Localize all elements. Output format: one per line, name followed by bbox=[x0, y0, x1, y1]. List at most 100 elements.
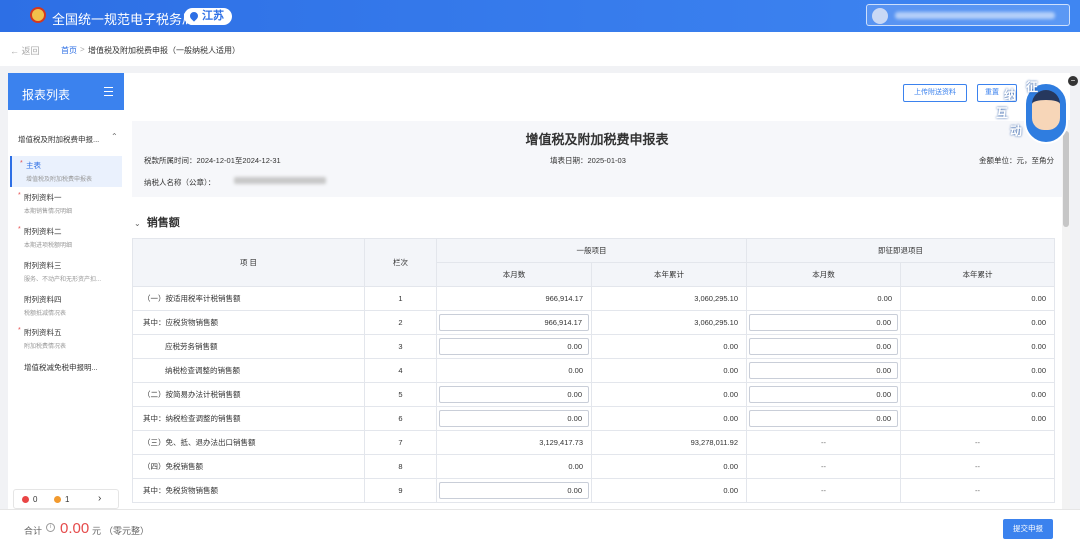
sidebar-group-vat[interactable]: 增值税及附加税费申报... bbox=[18, 134, 99, 145]
row-line-number: 3 bbox=[364, 334, 437, 359]
general-year: 93,278,011.92 bbox=[591, 430, 747, 455]
general-month-input[interactable]: 0.00 bbox=[439, 482, 589, 499]
menu-icon[interactable] bbox=[104, 87, 113, 99]
row-item-name: 应税劳务销售额 bbox=[132, 334, 365, 359]
sidebar-item-main-form[interactable]: * 主表 增值税及附加税费申报表 bbox=[10, 156, 122, 187]
header-refund-year: 本年累计 bbox=[900, 262, 1055, 287]
row-item-name: （一）按适用税率计税销售额 bbox=[132, 286, 365, 311]
sidebar-item-tax-relief[interactable]: 增值税减免税申报明... bbox=[10, 362, 122, 373]
sidebar-title: 报表列表 bbox=[22, 88, 71, 102]
footer-bar: 合计 i 0.00 元 （零元整） 提交申报 bbox=[0, 509, 1080, 546]
assistant-char: 征 bbox=[1026, 80, 1039, 94]
refund-month: -- bbox=[746, 454, 901, 479]
assistant-char: 纳 bbox=[1004, 88, 1017, 102]
sales-table: 项 目 栏次 一般项目 即征即退项目 本月数 本年累计 本月数 本年累计 （一）… bbox=[132, 238, 1055, 503]
breadcrumb-current: 增值税及附加税费申报（一般纳税人适用） bbox=[88, 46, 240, 55]
upload-attachments-button[interactable]: 上传附送资料 bbox=[903, 84, 967, 102]
table-row: 纳税检查调整的销售额 4 0.00 0.00 0.00 0.00 bbox=[132, 358, 1055, 383]
refund-month-cell: 0.00 bbox=[746, 382, 901, 407]
general-month-cell: 966,914.17 bbox=[436, 310, 592, 335]
assistant-avatar-icon bbox=[1032, 90, 1060, 130]
submit-declaration-button[interactable]: 提交申报 bbox=[1003, 519, 1053, 539]
refund-month-input[interactable]: 0.00 bbox=[749, 362, 898, 379]
tax-emblem-icon bbox=[30, 7, 46, 23]
user-account-menu[interactable] bbox=[866, 4, 1070, 26]
refund-month-input[interactable]: 0.00 bbox=[749, 338, 898, 355]
error-icon bbox=[22, 496, 29, 503]
chevron-down-icon[interactable]: ⌄ bbox=[134, 219, 141, 228]
general-month-cell: 0.00 bbox=[436, 406, 592, 431]
general-month-input[interactable]: 966,914.17 bbox=[439, 314, 589, 331]
refund-month-input[interactable]: 0.00 bbox=[749, 386, 898, 403]
general-year: 0.00 bbox=[591, 382, 747, 407]
refund-year: 0.00 bbox=[900, 406, 1055, 431]
general-month: 966,914.17 bbox=[436, 286, 592, 311]
warning-icon bbox=[54, 496, 61, 503]
table-row: 其中：纳税检查调整的销售额 6 0.00 0.00 0.00 0.00 bbox=[132, 406, 1055, 431]
general-year: 0.00 bbox=[591, 358, 747, 383]
row-line-number: 9 bbox=[364, 478, 437, 503]
sidebar-item-attachment-3[interactable]: 附列资料三 服务、不动产和无形资产扣... bbox=[10, 260, 122, 283]
info-icon[interactable]: i bbox=[46, 523, 55, 532]
back-button[interactable]: ← 返回 bbox=[10, 44, 40, 57]
general-year: 3,060,295.10 bbox=[591, 310, 747, 335]
required-mark: * bbox=[18, 226, 21, 233]
breadcrumb-home-link[interactable]: 首页 bbox=[61, 45, 77, 56]
sidebar-item-attachment-2[interactable]: * 附列资料二 本期进项税额明细 bbox=[10, 226, 122, 249]
sidebar-item-attachment-1[interactable]: * 附列资料一 本期销售情况明细 bbox=[10, 192, 122, 215]
table-row: 其中：免税货物销售额 9 0.00 0.00 -- -- bbox=[132, 478, 1055, 503]
header-line: 栏次 bbox=[364, 238, 437, 287]
form-header: 增值税及附加税费申报表 税款所属时间：2024-12-01至2024-12-31… bbox=[132, 121, 1062, 197]
sidebar-item-attachment-5[interactable]: * 附列资料五 附加税费情况表 bbox=[10, 327, 122, 350]
assistant-char: 互 bbox=[996, 106, 1009, 120]
tax-period: 税款所属时间：2024-12-01至2024-12-31 bbox=[144, 156, 281, 165]
refund-month-input[interactable]: 0.00 bbox=[749, 410, 898, 427]
assistant-widget[interactable]: 征 纳 互 动 bbox=[996, 76, 1072, 152]
chevron-up-icon[interactable]: ⌃ bbox=[111, 132, 118, 141]
required-mark: * bbox=[20, 160, 23, 167]
masked-user-name bbox=[895, 12, 1055, 19]
row-line-number: 6 bbox=[364, 406, 437, 431]
general-month-cell: 0.00 bbox=[436, 334, 592, 359]
general-month-input[interactable]: 0.00 bbox=[439, 386, 589, 403]
refund-month-input[interactable]: 0.00 bbox=[749, 314, 898, 331]
row-item-name: （二）按简易办法计税销售额 bbox=[132, 382, 365, 407]
refund-month-cell: 0.00 bbox=[746, 406, 901, 431]
refund-month-cell: 0.00 bbox=[746, 334, 901, 359]
header-refund: 即征即退项目 bbox=[746, 238, 1055, 263]
table-row: （四）免税销售额 8 0.00 0.00 -- -- bbox=[132, 454, 1055, 479]
general-year: 0.00 bbox=[591, 454, 747, 479]
general-month: 0.00 bbox=[436, 358, 592, 383]
refund-year: -- bbox=[900, 478, 1055, 503]
refund-year: 0.00 bbox=[900, 334, 1055, 359]
row-line-number: 7 bbox=[364, 430, 437, 455]
refund-year: 0.00 bbox=[900, 310, 1055, 335]
table-row: （三）免、抵、退办法出口销售额 7 3,129,417.73 93,278,011.9… bbox=[132, 430, 1055, 455]
region-label: 江苏 bbox=[202, 10, 224, 22]
row-line-number: 8 bbox=[364, 454, 437, 479]
table-row: 应税劳务销售额 3 0.00 0.00 0.00 0.00 bbox=[132, 334, 1055, 359]
close-icon[interactable]: − bbox=[1068, 76, 1078, 86]
row-item-name: （四）免税销售额 bbox=[132, 454, 365, 479]
taxpayer-name-label: 纳税人名称（公章）： bbox=[144, 178, 216, 187]
general-month: 3,129,417.73 bbox=[436, 430, 592, 455]
general-month-cell: 0.00 bbox=[436, 478, 592, 503]
row-line-number: 5 bbox=[364, 382, 437, 407]
amount-unit: 金额单位：元，至角分 bbox=[979, 156, 1054, 165]
chevron-right-icon[interactable]: › bbox=[98, 493, 101, 504]
sidebar-header: 报表列表 bbox=[8, 73, 124, 110]
sidebar-item-attachment-4[interactable]: 附列资料四 税额抵减情况表 bbox=[10, 294, 122, 317]
breadcrumb: ← 返回 首页 > 增值税及附加税费申报（一般纳税人适用） bbox=[0, 32, 1080, 66]
table-row: （二）按简易办法计税销售额 5 0.00 0.00 0.00 0.00 bbox=[132, 382, 1055, 407]
general-month-input[interactable]: 0.00 bbox=[439, 410, 589, 427]
validation-summary[interactable]: 0 1 › bbox=[13, 489, 119, 509]
refund-month: -- bbox=[746, 478, 901, 503]
assistant-char: 动 bbox=[1010, 124, 1023, 138]
general-year: 0.00 bbox=[591, 406, 747, 431]
row-line-number: 1 bbox=[364, 286, 437, 311]
avatar bbox=[872, 8, 888, 24]
total-in-words: （零元整） bbox=[104, 526, 150, 536]
section-sales-title[interactable]: ⌄ 销售额 bbox=[134, 214, 180, 230]
region-selector[interactable]: 江苏 bbox=[184, 8, 232, 25]
general-month-input[interactable]: 0.00 bbox=[439, 338, 589, 355]
